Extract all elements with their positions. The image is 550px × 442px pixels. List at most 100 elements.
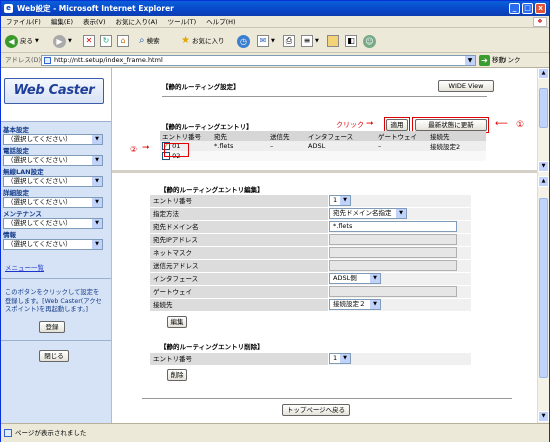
history-button[interactable]: ◷ [237,32,250,50]
scroll-thumb[interactable] [539,198,548,378]
print-icon: ⎙ [283,35,295,47]
messenger-button[interactable]: ☺ [363,32,376,50]
field-label: インタフェース [150,273,328,285]
page-icon [4,429,12,437]
address-input[interactable]: http://ntt.setup/index_frame.html ▼ [41,55,476,66]
nav-group-phone: 電話設定 （選択してください） ▼ [3,147,107,166]
scroll-thumb[interactable] [539,88,548,128]
back-button[interactable]: ◀ 戻る ▼ [5,32,39,50]
status-text: ページが表示されました [15,429,87,437]
menu-help[interactable]: ヘルプ(H) [201,16,240,28]
links-button[interactable]: リンク [501,55,521,66]
dest-cell [212,151,268,161]
nav-label: メンテナンス [3,210,42,218]
nav-select-basic[interactable]: （選択してください） ▼ [3,134,103,145]
divider [162,96,487,97]
maximize-button[interactable]: □ [522,3,533,14]
edit-button[interactable]: ≡ ▼ [301,32,319,50]
close-window-button[interactable]: 閉じる [39,350,69,362]
delete-entry-select[interactable]: 1 ▼ [329,353,351,364]
chevron-down-icon: ▼ [340,354,350,363]
method-select[interactable]: 宛先ドメイン名指定 ▼ [329,208,407,219]
favorites-button[interactable]: ★ お気に入り [181,32,224,50]
sidebar-nav: 基本設定 （選択してください） ▼ 電話設定 （選択してください） ▼ 無線LAN設… [1,122,111,423]
main-frame: 【静的ルーティング設定】 WIDE View 【静的ルーティングエントリ】 クリ… [111,68,538,423]
field-label: 指定方法 [150,208,328,220]
stop-button[interactable]: ✕ [83,32,95,50]
folder-button[interactable] [327,32,339,50]
messenger-icon: ☺ [363,34,376,48]
menu-view[interactable]: 表示(V) [78,16,111,28]
chevron-down-icon[interactable]: ▼ [465,56,475,65]
nav-label: 無線LAN設定 [3,168,44,176]
mail-button[interactable]: ✉ ▼ [257,32,275,50]
search-button[interactable]: ⌕ 検索 [139,32,160,50]
edit-title: 【静的ルーティングエントリ編集】 [160,186,264,194]
chevron-down-icon: ▼ [396,209,406,218]
sidebar: Web Caster 基本設定 （選択してください） ▼ 電話設定 （選択してくだ… [1,68,111,423]
checkbox-highlight [164,143,189,157]
print-button[interactable]: ⎙ [283,32,295,50]
research-button[interactable]: ◧ [345,32,357,50]
title-bar: e Web設定 - Microsoft Internet Explorer _ … [1,1,549,16]
interface-select[interactable]: ADSL側 ▼ [329,273,381,284]
menu-tools[interactable]: ツール(T) [163,16,202,28]
chevron-down-icon: ▼ [35,38,39,44]
nav-label: 電話設定 [3,147,29,155]
scroll-up-icon[interactable]: ▲ [538,68,549,79]
close-button[interactable]: x [535,3,546,14]
arrow-right-icon: ➞ [142,143,150,153]
edit-entry-button[interactable]: 編集 [167,316,187,328]
routing-table: エントリ番号 宛先 送信先 インタフェース ゲートウェイ 接続先 ✓ 01 *.… [160,131,486,161]
nav-select-wlan[interactable]: （選択してください） ▼ [3,176,103,187]
chevron-down-icon: ▼ [92,177,102,186]
scroll-up-icon[interactable]: ▲ [538,176,549,187]
chevron-down-icon: ▼ [68,38,72,44]
divider [1,278,111,279]
forward-button[interactable]: ▶ ▼ [53,32,72,50]
wide-view-button[interactable]: WIDE View [438,80,494,92]
refresh-button[interactable]: ↻ [100,32,112,50]
home-button[interactable]: ⌂ [117,32,129,50]
nav-select-info[interactable]: （選択してください） ▼ [3,239,103,250]
delete-entry-button[interactable]: 削除 [167,369,187,381]
toolbar: ◀ 戻る ▼ ▶ ▼ ✕ ↻ ⌂ ⌕ 検索 ★ お気に入り ◷ ✉ ▼ ⎙ ≡ ▼ ◧ ☺ [1,29,549,53]
search-icon: ⌕ [139,35,145,46]
chevron-down-icon: ▼ [92,156,102,165]
nav-label: 詳細設定 [3,189,29,197]
minimize-button[interactable]: _ [509,3,520,14]
nav-select-maintenance[interactable]: （選択してください） ▼ [3,218,103,229]
source-address-input[interactable] [329,260,457,271]
forward-arrow-icon: ▶ [53,34,66,48]
entry-number-select[interactable]: 1 ▼ [329,195,351,206]
ie-icon: e [4,4,13,13]
chevron-down-icon: ▼ [370,274,380,283]
folder-icon [327,35,339,47]
vertical-scrollbar[interactable]: ▲ ▼ ▲ ▼ [537,68,549,423]
dest-domain-input[interactable]: *.flets [329,221,457,232]
top-page-button[interactable]: トップページへ戻る [282,404,350,416]
web-caster-logo: Web Caster [4,78,104,104]
menu-list-link[interactable]: メニュー一覧 [5,262,44,272]
scroll-down-icon[interactable]: ▼ [538,411,549,422]
via-cell [268,151,306,161]
go-arrow-icon: ➔ [479,55,490,66]
nav-group-info: 情報 （選択してください） ▼ [3,231,107,250]
nav-select-phone[interactable]: （選択してください） ▼ [3,155,103,166]
dest-ip-input[interactable] [329,234,457,245]
callout-2: ② [130,145,138,154]
field-label: 接続先 [150,299,328,311]
menu-edit[interactable]: 編集(E) [46,16,78,28]
scroll-down-icon[interactable]: ▼ [538,161,549,172]
click-annotation: クリック [336,121,364,129]
connection-select[interactable]: 接続設定２ ▼ [329,299,381,310]
chevron-down-icon: ▼ [92,135,102,144]
register-button[interactable]: 登録 [39,321,65,333]
nav-select-advanced[interactable]: （選択してください） ▼ [3,197,103,208]
research-icon: ◧ [345,35,357,47]
divider [1,340,111,341]
menu-file[interactable]: ファイル(F) [1,16,46,28]
netmask-input[interactable] [329,247,457,258]
menu-favorites[interactable]: お気に入り(A) [111,16,163,28]
gateway-input[interactable] [329,286,457,297]
